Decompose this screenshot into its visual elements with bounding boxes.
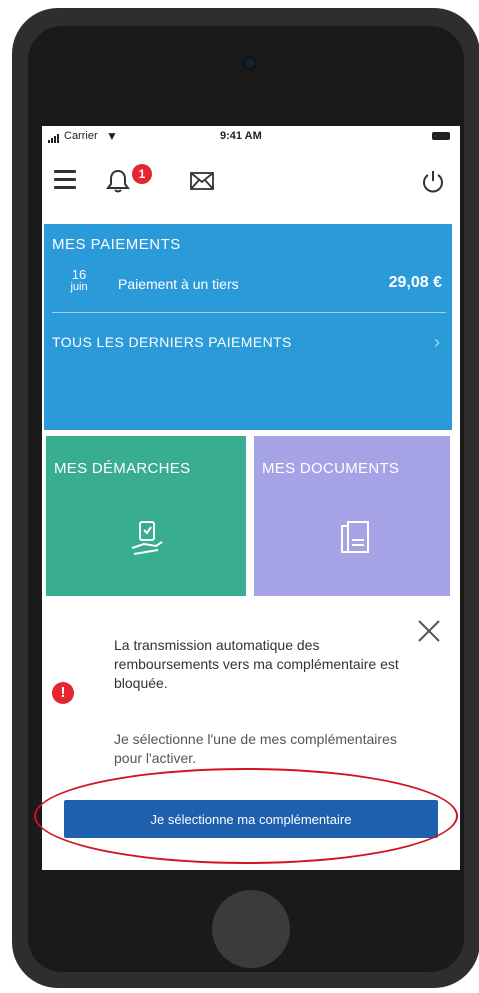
battery-icon: [432, 132, 450, 140]
documents-label: MES DOCUMENTS: [262, 460, 400, 477]
alert-message: La transmission automatique des rembours…: [114, 637, 399, 691]
hand-document-icon: [131, 521, 163, 555]
signal-icon: [48, 131, 60, 143]
payment-month: juin: [70, 281, 88, 293]
chevron-right-icon[interactable]: ›: [434, 332, 440, 353]
status-time: 9:41 AM: [220, 130, 262, 142]
status-bar: Carrier ▼ 9:41 AM: [42, 126, 460, 148]
highlight-ellipse: [34, 768, 458, 864]
alert-icon: !: [52, 682, 74, 704]
front-camera: [245, 58, 255, 68]
payment-amount: 29,08 €: [388, 274, 442, 291]
payments-divider: [52, 312, 446, 313]
bell-icon[interactable]: [105, 168, 131, 194]
wifi-icon: ▼: [106, 129, 118, 143]
documents-icon: [341, 521, 369, 553]
carrier-name: Carrier: [64, 130, 98, 142]
mail-icon[interactable]: [190, 172, 214, 190]
payments-tile[interactable]: MES PAIEMENTS 16 juin Paiement à un tier…: [44, 224, 452, 430]
power-icon[interactable]: [420, 168, 446, 194]
app-header: 1: [42, 162, 460, 202]
payment-date: 16 juin: [64, 268, 94, 294]
hamburger-menu-icon[interactable]: [54, 170, 76, 194]
payments-title: MES PAIEMENTS: [52, 236, 181, 253]
all-payments-link[interactable]: TOUS LES DERNIERS PAIEMENTS: [52, 334, 292, 350]
alert-instruction: Je sélectionne l'une de mes complémentai…: [114, 731, 397, 766]
app-screen: Carrier ▼ 9:41 AM 1 MES PAIEMENTS 16 jui…: [42, 126, 460, 870]
payment-label: Paiement à un tiers: [118, 276, 239, 292]
payment-day: 16: [71, 267, 87, 282]
close-icon[interactable]: [416, 618, 442, 644]
home-button[interactable]: [212, 890, 290, 968]
demarches-label: MES DÉMARCHES: [54, 460, 191, 477]
documents-tile[interactable]: MES DOCUMENTS: [254, 436, 450, 596]
notification-badge: 1: [132, 164, 152, 184]
demarches-tile[interactable]: MES DÉMARCHES: [46, 436, 246, 596]
